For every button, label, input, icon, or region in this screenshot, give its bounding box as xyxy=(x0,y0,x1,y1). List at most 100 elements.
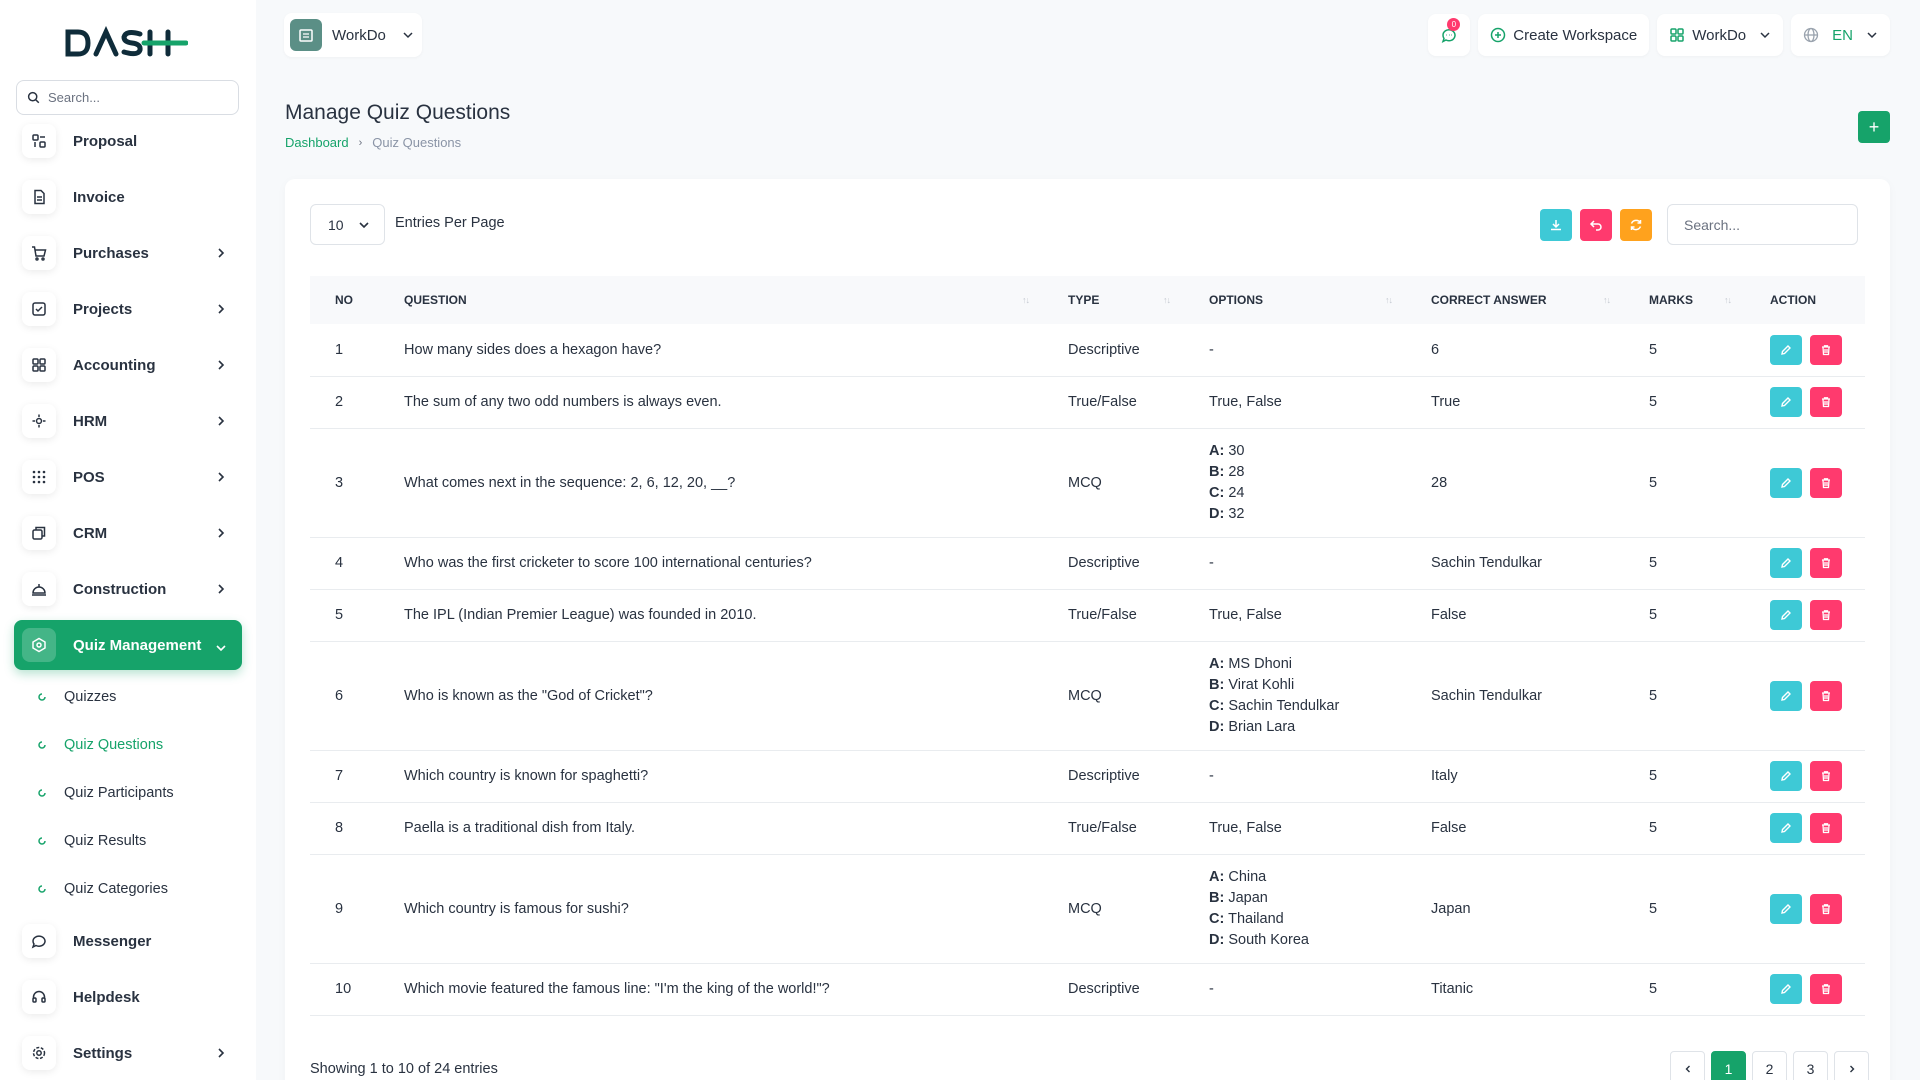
sidebar-subitem-label: Quizzes xyxy=(64,689,117,705)
sidebar-item-invoice[interactable]: Invoice xyxy=(14,169,242,225)
edit-button[interactable] xyxy=(1770,974,1802,1004)
delete-button[interactable] xyxy=(1810,467,1842,498)
options-text: True, False xyxy=(1209,394,1282,410)
cell-no: 10 xyxy=(310,963,379,1016)
sidebar-item-hrm[interactable]: HRM xyxy=(14,393,242,449)
edit-button[interactable] xyxy=(1770,387,1802,417)
sidebar-item-construction[interactable]: Construction xyxy=(14,561,242,617)
sidebar-item-crm[interactable]: CRM xyxy=(14,505,242,561)
sidebar-item-purchases[interactable]: Purchases xyxy=(14,225,242,281)
sidebar-item-label: Projects xyxy=(73,300,133,318)
table-row: 10 Which movie featured the famous line: … xyxy=(310,963,1865,1016)
page-button-3[interactable]: 3 xyxy=(1793,1051,1828,1080)
export-button[interactable] xyxy=(1540,209,1572,241)
row-actions xyxy=(1770,893,1865,924)
sidebar-item-label: Accounting xyxy=(73,356,156,374)
cell-type: MCQ xyxy=(1043,428,1184,538)
table-search-input[interactable] xyxy=(1667,204,1858,245)
messages-button[interactable]: 0 xyxy=(1428,14,1471,56)
delete-button[interactable] xyxy=(1810,387,1842,417)
table-row: 7 Which country is known for spaghetti? De… xyxy=(310,750,1865,803)
cell-question: How many sides does a hexagon have? xyxy=(379,324,1043,377)
edit-button[interactable] xyxy=(1770,548,1802,578)
table-row: 9 Which country is famous for sushi? MCQ A:… xyxy=(310,854,1865,964)
column-header-question[interactable]: QUESTION ↑↓ xyxy=(379,276,1043,324)
sidebar-item-pos[interactable]: POS xyxy=(14,449,242,505)
cell-no: 3 xyxy=(310,428,379,538)
row-actions xyxy=(1770,548,1865,578)
cell-type: MCQ xyxy=(1043,854,1184,964)
delete-button[interactable] xyxy=(1810,680,1842,711)
sidebar-item-proposal[interactable]: Proposal xyxy=(14,113,242,169)
sidebar-item-label: HRM xyxy=(73,412,108,430)
table-row: 8 Paella is a traditional dish from Italy… xyxy=(310,802,1865,855)
workspace-selector[interactable]: WorkDo xyxy=(284,13,422,57)
column-header-options[interactable]: OPTIONS ↑↓ xyxy=(1184,276,1406,324)
cell-options: - xyxy=(1184,963,1406,1016)
entries-per-page-select[interactable]: 10 xyxy=(310,204,385,245)
sidebar-item-messenger[interactable]: Messenger xyxy=(14,913,242,969)
trash-icon xyxy=(1822,344,1830,355)
cell-question: Which movie featured the famous line: "I… xyxy=(379,963,1043,1016)
pencil-icon xyxy=(1781,477,1791,488)
edit-button[interactable] xyxy=(1770,680,1802,711)
next-page-button[interactable] xyxy=(1834,1051,1869,1080)
option-item: D: South Korea xyxy=(1209,930,1406,951)
edit-button[interactable] xyxy=(1770,761,1802,791)
delete-button[interactable] xyxy=(1810,334,1842,365)
table-header-row: NO QUESTION ↑↓ TYPE ↑↓ OPTIONS ↑↓ CORRECT A… xyxy=(310,276,1865,324)
language-selector[interactable]: EN xyxy=(1791,14,1890,56)
option-item: B: Japan xyxy=(1209,888,1406,909)
sidebar-menu: Proposal Invoice Purchases Projects Acco… xyxy=(14,113,242,1080)
chevron-right-icon xyxy=(218,360,225,370)
edit-button[interactable] xyxy=(1770,600,1802,630)
delete-button[interactable] xyxy=(1810,761,1842,791)
delete-button[interactable] xyxy=(1810,548,1842,578)
options-text: - xyxy=(1209,768,1214,784)
trash-icon xyxy=(1822,397,1830,408)
breadcrumb-dashboard[interactable]: Dashboard xyxy=(285,135,349,150)
column-header-marks[interactable]: MARKS ↑↓ xyxy=(1624,276,1745,324)
column-header-type[interactable]: TYPE ↑↓ xyxy=(1043,276,1184,324)
cell-action xyxy=(1745,802,1865,855)
sidebar-item-helpdesk[interactable]: Helpdesk xyxy=(14,969,242,1025)
sidebar-item-quiz-management[interactable]: Quiz Management xyxy=(14,620,242,670)
sidebar-subitem-quiz-categories[interactable]: Quiz Categories xyxy=(14,865,242,913)
page-button-1[interactable]: 1 xyxy=(1711,1051,1746,1080)
dash-logo[interactable] xyxy=(64,26,188,60)
chevron-right-icon xyxy=(1849,1065,1854,1072)
page-button-2[interactable]: 2 xyxy=(1752,1051,1787,1080)
column-header-no[interactable]: NO xyxy=(310,276,379,324)
undo-button[interactable] xyxy=(1580,209,1612,241)
column-header-correct-answer[interactable]: CORRECT ANSWER ↑↓ xyxy=(1406,276,1624,324)
delete-button[interactable] xyxy=(1810,600,1842,630)
sidebar-subitem-quiz-results[interactable]: Quiz Results xyxy=(14,817,242,865)
delete-button[interactable] xyxy=(1810,813,1842,843)
prev-page-button[interactable] xyxy=(1670,1051,1705,1080)
edit-button[interactable] xyxy=(1770,813,1802,843)
create-workspace-button[interactable]: Create Workspace xyxy=(1478,14,1650,56)
bullet-icon xyxy=(38,693,46,701)
sidebar-subitem-quiz-participants[interactable]: Quiz Participants xyxy=(14,769,242,817)
delete-button[interactable] xyxy=(1810,893,1842,924)
option-text: Sachin Tendulkar xyxy=(1228,697,1340,714)
bullet-icon xyxy=(38,885,46,893)
delete-button[interactable] xyxy=(1810,974,1842,1004)
cell-type: True/False xyxy=(1043,589,1184,642)
sidebar-item-projects[interactable]: Projects xyxy=(14,281,242,337)
edit-button[interactable] xyxy=(1770,893,1802,924)
cart-icon xyxy=(22,236,56,270)
edit-button[interactable] xyxy=(1770,334,1802,365)
refresh-button[interactable] xyxy=(1620,209,1652,241)
invoice-icon xyxy=(22,180,56,214)
questions-card: 10 Entries Per Page NO QUESTION ↑↓ TYPE ↑↓… xyxy=(285,179,1890,1080)
sidebar-subitem-quiz-questions[interactable]: Quiz Questions xyxy=(14,721,242,769)
add-question-button[interactable]: + xyxy=(1858,111,1890,143)
sidebar-subitem-quizzes[interactable]: Quizzes xyxy=(14,673,242,721)
edit-button[interactable] xyxy=(1770,467,1802,498)
sidebar-search[interactable]: Search... xyxy=(16,80,239,115)
cell-type: True/False xyxy=(1043,802,1184,855)
workspace-switch-button[interactable]: WorkDo xyxy=(1657,14,1784,56)
sidebar-item-accounting[interactable]: Accounting xyxy=(14,337,242,393)
sidebar-item-settings[interactable]: Settings xyxy=(14,1025,242,1080)
